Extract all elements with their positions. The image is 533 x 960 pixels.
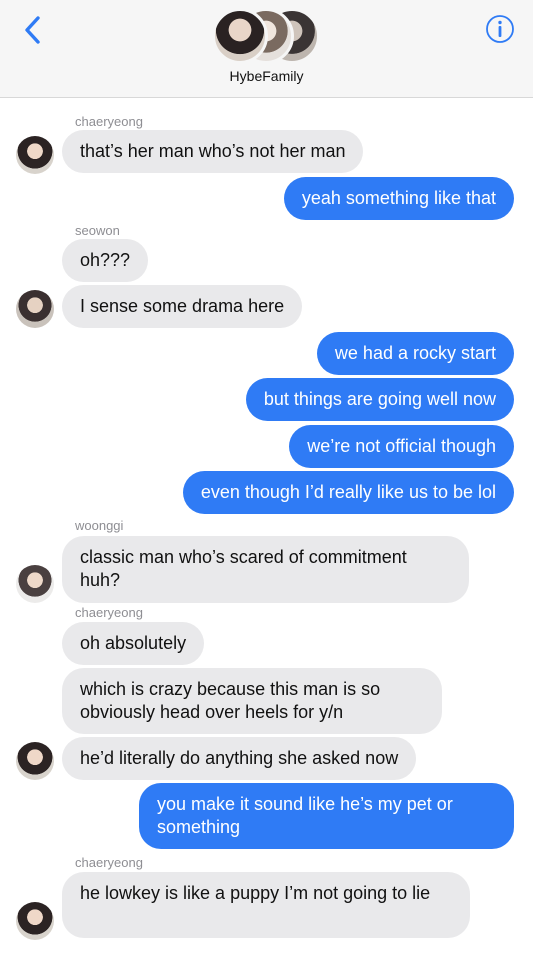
- sent-message[interactable]: yeah something like that: [283, 177, 514, 220]
- avatar[interactable]: [16, 290, 54, 328]
- avatar[interactable]: [16, 902, 54, 940]
- sender-name: seowon: [75, 223, 120, 238]
- received-message[interactable]: he’d literally do anything she asked now: [62, 737, 417, 780]
- sent-message[interactable]: even though I’d really like us to be lol: [182, 471, 514, 514]
- received-message[interactable]: that’s her man who’s not her man: [62, 130, 364, 173]
- avatar[interactable]: [16, 136, 54, 174]
- chevron-left-icon[interactable]: [18, 12, 48, 48]
- received-message[interactable]: oh???: [62, 239, 149, 282]
- sender-name: chaeryeong: [75, 114, 143, 129]
- sender-name: chaeryeong: [75, 605, 143, 620]
- avatar[interactable]: [16, 565, 54, 603]
- received-message[interactable]: he lowkey is like a puppy I’m not going …: [62, 872, 470, 938]
- sent-message[interactable]: you make it sound like he’s my pet or so…: [139, 783, 514, 849]
- sender-name: chaeryeong: [75, 855, 143, 870]
- received-message[interactable]: oh absolutely: [62, 622, 205, 665]
- received-message[interactable]: which is crazy because this man is so ob…: [62, 668, 442, 734]
- chat-header: HybeFamily: [0, 0, 533, 98]
- sender-name: woonggi: [75, 518, 124, 533]
- sent-message[interactable]: we’re not official though: [289, 425, 514, 468]
- sent-message[interactable]: but things are going well now: [245, 378, 514, 421]
- group-avatar-stack[interactable]: [212, 8, 320, 64]
- info-icon[interactable]: [485, 14, 515, 44]
- group-avatar: [212, 8, 268, 64]
- received-message[interactable]: I sense some drama here: [62, 285, 303, 328]
- group-name[interactable]: HybeFamily: [0, 68, 533, 84]
- avatar[interactable]: [16, 742, 54, 780]
- sent-message[interactable]: we had a rocky start: [316, 332, 514, 375]
- received-message[interactable]: classic man who’s scared of commitment h…: [62, 536, 469, 603]
